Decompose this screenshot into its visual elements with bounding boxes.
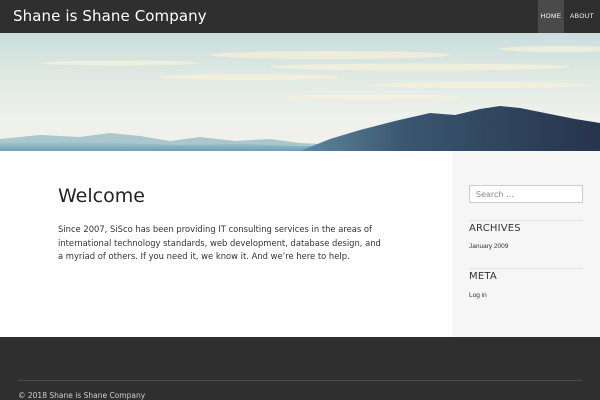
- mountain-landscape-image: [0, 33, 600, 151]
- page-body-text: Since 2007, SiSco has been providing IT …: [58, 224, 381, 261]
- primary-nav: HOME ABOUT: [538, 0, 600, 33]
- meta-divider: [469, 268, 583, 269]
- meta-link-login[interactable]: Log in: [469, 292, 487, 299]
- archive-link-january-2009[interactable]: January 2009: [469, 243, 508, 250]
- archives-divider: [469, 220, 583, 221]
- nav-item-about[interactable]: ABOUT: [564, 0, 600, 33]
- nav-item-home[interactable]: HOME: [538, 0, 564, 33]
- site-title-link[interactable]: Shane is Shane Company: [13, 7, 207, 25]
- meta-heading: META: [469, 271, 497, 282]
- main-content: Welcome Since 2007, SiSco has been provi…: [0, 151, 452, 337]
- footer-copyright: © 2018 Shane is Shane Company: [18, 391, 146, 400]
- archives-heading: ARCHIVES: [469, 223, 521, 234]
- footer-divider: [18, 380, 582, 381]
- sidebar: ARCHIVES January 2009 META Log in: [452, 151, 600, 337]
- search-input[interactable]: [469, 185, 583, 203]
- page-title: Welcome: [58, 185, 145, 207]
- site-footer: © 2018 Shane is Shane Company: [0, 337, 600, 400]
- hero-image: [0, 33, 600, 151]
- site-header: Shane is Shane Company HOME ABOUT: [0, 0, 600, 33]
